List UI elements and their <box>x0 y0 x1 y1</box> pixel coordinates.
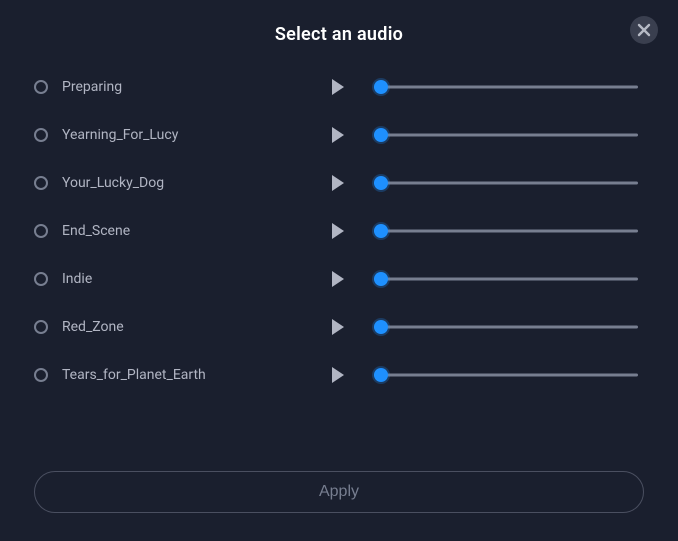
radio-icon[interactable] <box>34 80 48 94</box>
track-name-label: Red_Zone <box>62 319 332 335</box>
track-item: End_Scene <box>34 207 638 255</box>
apply-button-label: Apply <box>319 483 359 501</box>
progress-slider[interactable] <box>374 224 638 238</box>
apply-button[interactable]: Apply <box>34 471 644 513</box>
slider-track <box>374 86 638 89</box>
play-icon[interactable] <box>332 319 344 335</box>
slider-thumb[interactable] <box>374 272 388 286</box>
play-icon[interactable] <box>332 223 344 239</box>
radio-icon[interactable] <box>34 224 48 238</box>
track-name-label: Yearning_For_Lucy <box>62 127 332 143</box>
close-icon <box>637 23 651 37</box>
progress-slider[interactable] <box>374 128 638 142</box>
slider-track <box>374 278 638 281</box>
select-audio-dialog: Select an audio Preparing Yearning_For_Lu… <box>0 0 678 541</box>
play-icon[interactable] <box>332 127 344 143</box>
progress-slider[interactable] <box>374 320 638 334</box>
radio-icon[interactable] <box>34 272 48 286</box>
track-name-label: Indie <box>62 271 332 287</box>
close-button[interactable] <box>630 16 658 44</box>
dialog-title: Select an audio <box>275 24 403 45</box>
track-name-label: Preparing <box>62 79 332 95</box>
radio-icon[interactable] <box>34 128 48 142</box>
progress-slider[interactable] <box>374 368 638 382</box>
track-item: Yearning_For_Lucy <box>34 111 638 159</box>
track-name-label: End_Scene <box>62 223 332 239</box>
track-item: Red_Zone <box>34 303 638 351</box>
radio-icon[interactable] <box>34 320 48 334</box>
slider-thumb[interactable] <box>374 128 388 142</box>
play-icon[interactable] <box>332 79 344 95</box>
progress-slider[interactable] <box>374 272 638 286</box>
dialog-header: Select an audio <box>0 0 678 63</box>
audio-list-container: Preparing Yearning_For_Lucy Your_Lucky_Dog… <box>0 63 678 455</box>
track-item: Your_Lucky_Dog <box>34 159 638 207</box>
slider-track <box>374 134 638 137</box>
play-icon[interactable] <box>332 367 344 383</box>
slider-thumb[interactable] <box>374 80 388 94</box>
dialog-footer: Apply <box>0 455 678 541</box>
slider-thumb[interactable] <box>374 176 388 190</box>
radio-icon[interactable] <box>34 176 48 190</box>
progress-slider[interactable] <box>374 80 638 94</box>
track-item: Indie <box>34 255 638 303</box>
slider-track <box>374 374 638 377</box>
track-item: Tears_for_Planet_Earth <box>34 351 638 399</box>
slider-track <box>374 326 638 329</box>
track-name-label: Your_Lucky_Dog <box>62 175 332 191</box>
radio-icon[interactable] <box>34 368 48 382</box>
audio-list[interactable]: Preparing Yearning_For_Lucy Your_Lucky_Dog… <box>34 63 644 455</box>
track-name-label: Tears_for_Planet_Earth <box>62 367 332 383</box>
slider-thumb[interactable] <box>374 320 388 334</box>
play-icon[interactable] <box>332 271 344 287</box>
slider-thumb[interactable] <box>374 224 388 238</box>
track-item: Preparing <box>34 63 638 111</box>
slider-track <box>374 182 638 185</box>
slider-track <box>374 230 638 233</box>
progress-slider[interactable] <box>374 176 638 190</box>
slider-thumb[interactable] <box>374 368 388 382</box>
play-icon[interactable] <box>332 175 344 191</box>
